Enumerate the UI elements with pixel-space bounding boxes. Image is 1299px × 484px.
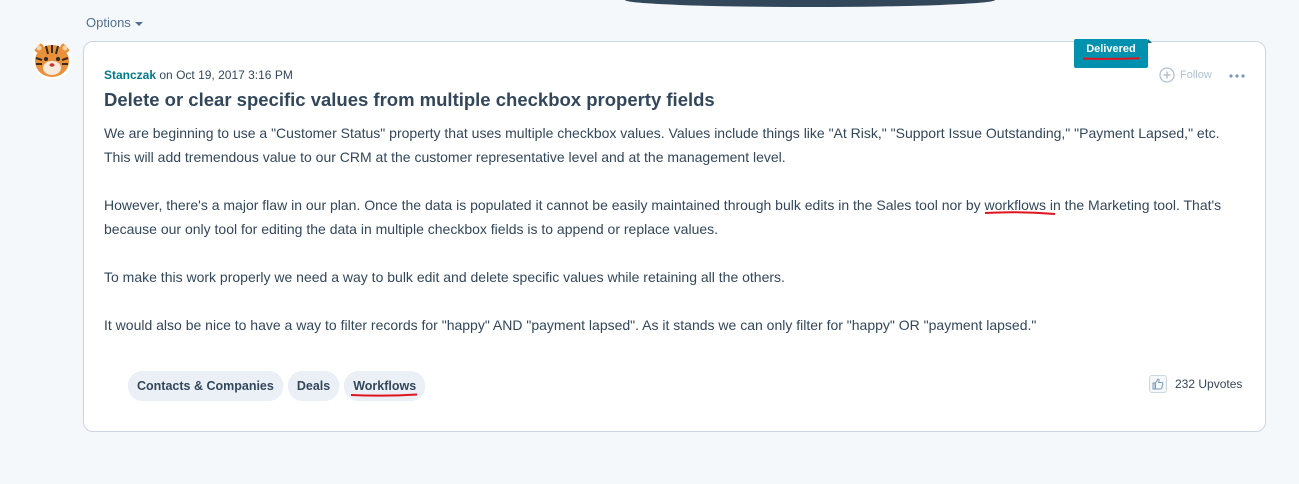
body-text-segment: However, there's a major flaw in our pla… bbox=[104, 197, 981, 213]
status-badge: Delivered bbox=[1074, 39, 1152, 68]
annotation-underline bbox=[351, 393, 418, 397]
workflows-link: workflows bbox=[984, 193, 1055, 217]
options-dropdown[interactable]: Options bbox=[86, 15, 143, 30]
body-paragraph: However, there's a major flaw in our pla… bbox=[104, 193, 1234, 241]
tag-deals[interactable]: Deals bbox=[287, 371, 340, 401]
body-paragraph: It would also be nice to have a way to f… bbox=[104, 317, 1037, 333]
tag-list: Contacts & Companies Deals Workflows bbox=[128, 371, 426, 401]
thumbs-up-icon bbox=[1152, 378, 1164, 390]
tag-workflows-label: Workflows bbox=[353, 379, 417, 393]
status-badge-label: Delivered bbox=[1086, 43, 1136, 55]
author-link[interactable]: Stanczak bbox=[104, 68, 156, 82]
tag-workflows[interactable]: Workflows bbox=[344, 371, 426, 401]
body-paragraph: To make this work properly we need a way… bbox=[104, 269, 785, 285]
follow-button[interactable]: Follow bbox=[1159, 67, 1212, 83]
meta-on: on bbox=[159, 68, 173, 82]
post-date: Oct 19, 2017 3:16 PM bbox=[176, 68, 293, 82]
upvote-button[interactable] bbox=[1149, 375, 1167, 393]
post-title[interactable]: Delete or clear specific values from mul… bbox=[104, 89, 715, 111]
post-body: We are beginning to use a "Customer Stat… bbox=[104, 121, 1234, 361]
caret-down-icon bbox=[134, 21, 143, 26]
upvote-count: 232 Upvotes bbox=[1175, 377, 1243, 391]
annotation-underline bbox=[984, 211, 1055, 215]
follow-label: Follow bbox=[1180, 69, 1212, 81]
upvote-widget: 232 Upvotes bbox=[1149, 375, 1242, 393]
body-paragraph: We are beginning to use a "Customer Stat… bbox=[104, 125, 1220, 165]
annotation-underline bbox=[1082, 57, 1140, 60]
top-banner-arc bbox=[625, 0, 995, 7]
options-label: Options bbox=[86, 15, 131, 30]
ellipsis-icon[interactable] bbox=[1228, 71, 1246, 81]
tiger-avatar-icon bbox=[32, 40, 72, 80]
plus-circle-icon bbox=[1159, 67, 1175, 83]
post-meta: Stanczak on Oct 19, 2017 3:16 PM bbox=[104, 68, 293, 82]
avatar[interactable] bbox=[32, 40, 72, 80]
tag-contacts-companies[interactable]: Contacts & Companies bbox=[128, 371, 283, 401]
idea-card: Delivered Follow Stanczak on Oct 19, 201… bbox=[83, 39, 1266, 432]
